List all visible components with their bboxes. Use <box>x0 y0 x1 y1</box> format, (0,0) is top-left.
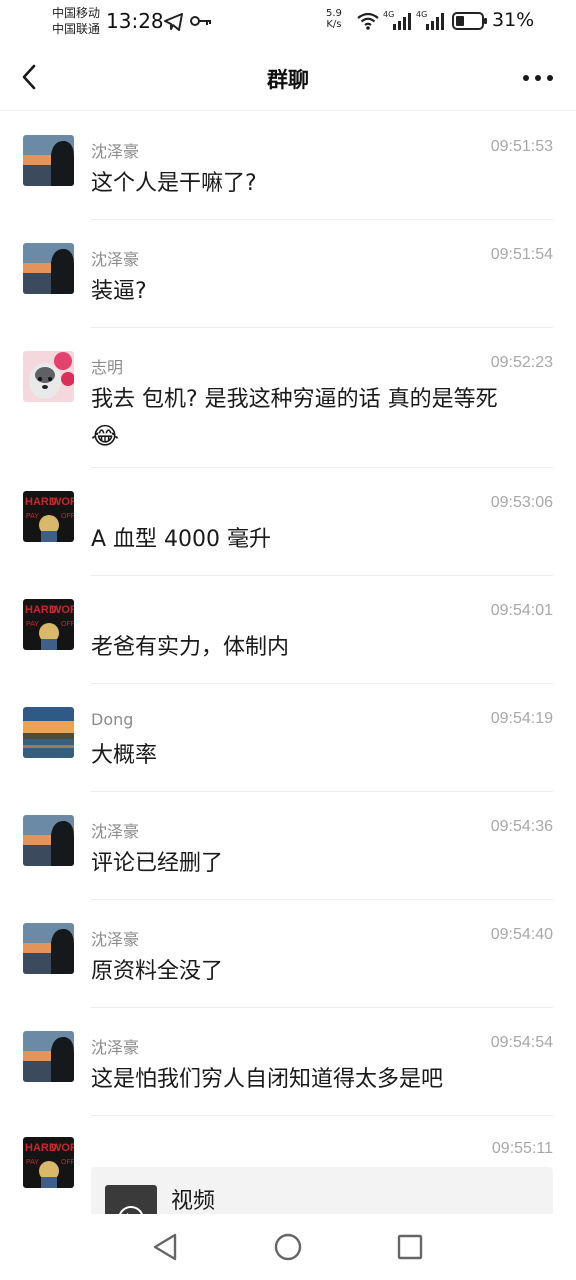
divider <box>91 1115 553 1116</box>
message-text[interactable]: 评论已经删了 <box>91 847 553 881</box>
video-card[interactable]: 视频 <box>91 1167 553 1214</box>
net-speed: 5.9 K/s <box>326 8 342 30</box>
telegram-icon <box>164 13 183 31</box>
wifi-icon <box>357 12 379 30</box>
message-list[interactable]: 沈泽豪 09:51:53 这个人是干嘛了? 沈泽豪 09:51:54 装逼? 志… <box>0 111 576 1214</box>
avatar[interactable] <box>23 815 74 866</box>
sender-name: 志明 <box>91 358 124 377</box>
message-time: 09:52:23 <box>490 354 553 371</box>
status-bar: 中国移动 中国联通 13:28 5.9 K/s 4G 4G 31% <box>0 0 576 44</box>
avatar[interactable] <box>23 923 74 974</box>
divider <box>91 467 553 468</box>
message-time: 09:54:54 <box>490 1034 553 1051</box>
message-time: 09:53:06 <box>490 494 553 511</box>
message-text[interactable]: 我去 包机? 是我这种穷逼的话 真的是等死 <box>91 383 553 417</box>
message-text[interactable]: A 血型 4000 毫升 <box>91 523 553 557</box>
message-text[interactable]: 这个人是干嘛了? <box>91 167 553 201</box>
divider <box>91 899 553 900</box>
message-time: 09:51:54 <box>490 246 553 263</box>
message-time: 09:51:53 <box>490 138 553 155</box>
avatar[interactable]: HARD WORK PAY OFF <box>23 1137 74 1188</box>
svg-text:PAY: PAY <box>26 1159 39 1166</box>
avatar[interactable] <box>23 707 74 758</box>
message-time: 09:54:36 <box>490 818 553 835</box>
divider <box>91 683 553 684</box>
message-text[interactable]: 这是怕我们穷人自闭知道得太多是吧 <box>91 1063 553 1097</box>
message-text[interactable]: 原资料全没了 <box>91 955 553 989</box>
lake-sunset-avatar <box>23 707 74 758</box>
sender-name: 沈泽豪 <box>91 822 140 841</box>
recents-square-icon[interactable] <box>393 1230 427 1264</box>
sender-name: 沈泽豪 <box>91 250 140 269</box>
svg-text:OFF: OFF <box>61 621 74 628</box>
divider <box>91 575 553 576</box>
sender-name: 沈泽豪 <box>91 142 140 161</box>
svg-text:PAY: PAY <box>26 621 39 628</box>
divider <box>91 791 553 792</box>
back-triangle-icon[interactable] <box>148 1230 182 1264</box>
sender-name: Dong <box>91 710 134 729</box>
hardwork-poster-avatar: HARD WORK PAY OFF <box>23 599 74 650</box>
silhouette-sunset-avatar <box>23 243 74 294</box>
more-dots-icon[interactable] <box>522 66 554 90</box>
status-time: 13:28 <box>106 9 164 33</box>
system-nav-bar <box>0 1214 576 1280</box>
divider <box>91 1007 553 1008</box>
sender-name: 沈泽豪 <box>91 930 140 949</box>
divider <box>91 327 553 328</box>
avatar[interactable]: HARD WORK PAY OFF <box>23 491 74 542</box>
video-thumbnail <box>105 1185 157 1214</box>
page-title: 群聊 <box>267 68 309 92</box>
silhouette-sunset-avatar <box>23 135 74 186</box>
divider <box>91 219 553 220</box>
home-circle-icon[interactable] <box>271 1230 305 1264</box>
message-text[interactable]: 装逼? <box>91 275 553 309</box>
message-time: 09:54:01 <box>490 602 553 619</box>
message-text[interactable]: 老爸有实力，体制内 <box>91 631 553 665</box>
avatar[interactable] <box>23 1031 74 1082</box>
video-label: 视频 <box>171 1189 216 1214</box>
svg-text:WORK: WORK <box>51 604 74 616</box>
message-time: 09:54:40 <box>490 926 553 943</box>
battery-percent: 31% <box>492 9 535 31</box>
carrier-info: 中国移动 中国联通 <box>52 5 100 37</box>
svg-text:WORK: WORK <box>51 496 74 508</box>
avatar[interactable] <box>23 135 74 186</box>
svg-text:WORK: WORK <box>51 1142 74 1154</box>
message-time: 09:55:11 <box>491 1140 553 1157</box>
silhouette-sunset-avatar <box>23 1031 74 1082</box>
hardwork-poster-avatar: HARD WORK PAY OFF <box>23 1137 74 1188</box>
chat-header: 群聊 <box>0 44 576 111</box>
hardwork-poster-avatar: HARD WORK PAY OFF <box>23 491 74 542</box>
svg-text:OFF: OFF <box>61 1159 74 1166</box>
silhouette-sunset-avatar <box>23 815 74 866</box>
sender-name: 沈泽豪 <box>91 1038 140 1057</box>
message-text[interactable]: 大概率 <box>91 739 553 773</box>
carrier-1: 中国移动 <box>52 6 101 20</box>
carrier-2: 中国联通 <box>52 22 101 36</box>
avatar[interactable] <box>23 351 74 402</box>
avatar[interactable] <box>23 243 74 294</box>
avatar[interactable]: HARD WORK PAY OFF <box>23 599 74 650</box>
signal-icon <box>393 13 411 30</box>
svg-text:PAY: PAY <box>26 513 39 520</box>
silhouette-sunset-avatar <box>23 923 74 974</box>
signal-icon <box>426 13 444 30</box>
key-icon <box>190 16 211 26</box>
net-speed-unit: K/s <box>326 19 342 30</box>
message-time: 09:54:19 <box>490 710 553 727</box>
battery-icon <box>452 12 487 30</box>
husky-flowers-avatar <box>23 351 74 402</box>
play-icon <box>119 1206 143 1214</box>
svg-text:OFF: OFF <box>61 513 74 520</box>
net-speed-value: 5.9 <box>326 8 342 19</box>
laughing-emoji: 😂 <box>91 422 120 450</box>
